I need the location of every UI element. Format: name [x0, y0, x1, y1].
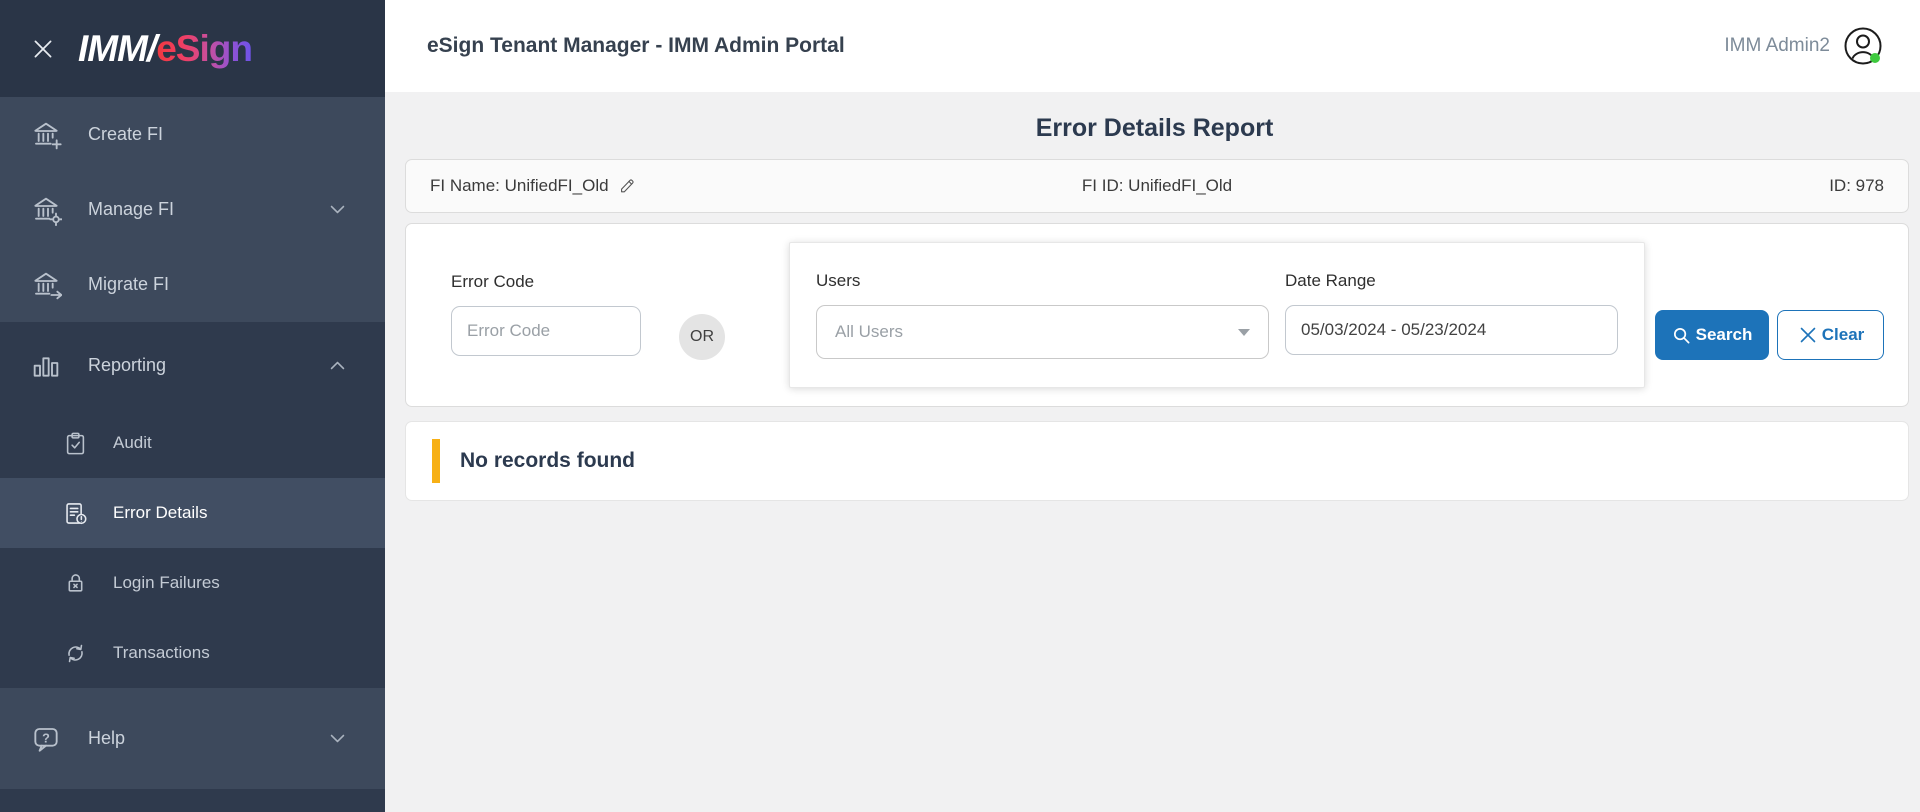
search-button[interactable]: Search	[1655, 310, 1769, 360]
sidebar: IMM/eSign Create FI	[0, 0, 385, 812]
warning-accent-bar	[432, 439, 440, 483]
document-error-icon	[62, 500, 89, 527]
error-code-field-group: Error Code	[451, 272, 641, 356]
dropdown-caret-icon	[1238, 329, 1250, 336]
sidebar-item-manage-fi[interactable]: Manage FI	[0, 172, 385, 247]
fi-id-cell: FI ID: UnifiedFI_Old	[915, 176, 1400, 196]
main-area: eSign Tenant Manager - IMM Admin Portal …	[385, 0, 1920, 812]
sidebar-item-help[interactable]: ? Help	[0, 688, 385, 789]
bank-migrate-icon	[30, 269, 62, 301]
clipboard-check-icon	[62, 430, 89, 457]
sidebar-item-migrate-fi[interactable]: Migrate FI	[0, 247, 385, 322]
filter-buttons: Search Clear	[1655, 310, 1884, 360]
sidebar-item-label: Reporting	[88, 355, 166, 376]
fi-name-cell: FI Name: UnifiedFI_Old	[430, 176, 915, 196]
search-button-label: Search	[1696, 325, 1753, 345]
search-icon	[1672, 326, 1691, 345]
results-panel: No records found	[405, 421, 1909, 501]
sidebar-item-label: Audit	[113, 433, 152, 453]
users-field-group: Users All Users	[816, 271, 1269, 359]
id-text: ID: 978	[1829, 176, 1884, 196]
sidebar-item-label: Error Details	[113, 503, 207, 523]
date-range-field-group: Date Range	[1285, 271, 1618, 359]
users-date-group: Users All Users Date Range	[789, 242, 1645, 388]
fi-id-text: FI ID: UnifiedFI_Old	[1082, 176, 1232, 196]
user-name: IMM Admin2	[1724, 35, 1830, 57]
sidebar-item-label: Migrate FI	[88, 274, 169, 295]
date-range-label: Date Range	[1285, 271, 1618, 291]
clear-button[interactable]: Clear	[1777, 310, 1884, 360]
svg-text:?: ?	[42, 731, 50, 745]
chevron-down-icon	[328, 729, 347, 748]
clear-x-icon	[1797, 324, 1819, 346]
sidebar-item-label: Create FI	[88, 124, 163, 145]
bank-plus-icon	[30, 119, 62, 151]
clear-button-label: Clear	[1822, 325, 1865, 345]
app-title: eSign Tenant Manager - IMM Admin Portal	[427, 34, 845, 58]
chevron-up-icon	[328, 356, 347, 375]
sidebar-item-label: Login Failures	[113, 573, 220, 593]
help-bubble-icon: ?	[30, 723, 62, 755]
filter-panel: Error Code OR Users All Users Date Range	[405, 223, 1909, 407]
logo-esign-text: eSign	[156, 28, 252, 69]
fi-name-text: FI Name: UnifiedFI_Old	[430, 176, 609, 196]
close-icon[interactable]	[30, 36, 56, 62]
error-code-label: Error Code	[451, 272, 641, 292]
sidebar-reporting-group: Reporting Audit	[0, 322, 385, 688]
sidebar-nav-top: Create FI Manage FI	[0, 97, 385, 322]
no-records-message: No records found	[460, 449, 635, 473]
id-cell: ID: 978	[1399, 176, 1884, 196]
lock-x-icon	[62, 570, 89, 597]
sidebar-item-label: Help	[88, 728, 125, 749]
logo-imm-text: IMM/	[78, 28, 156, 69]
pencil-icon[interactable]	[617, 176, 637, 196]
sync-arrows-icon	[62, 640, 89, 667]
bank-gear-icon	[30, 194, 62, 226]
fi-info-bar: FI Name: UnifiedFI_Old FI ID: UnifiedFI_…	[405, 159, 1909, 213]
error-code-input[interactable]	[451, 306, 641, 356]
bar-chart-icon	[30, 349, 62, 381]
sidebar-help-section: ? Help	[0, 688, 385, 789]
users-selected-value: All Users	[835, 322, 903, 342]
sidebar-item-login-failures[interactable]: Login Failures	[0, 548, 385, 618]
sidebar-filler	[0, 789, 385, 812]
sidebar-item-label: Transactions	[113, 643, 210, 663]
imm-esign-logo: IMM/eSign	[78, 28, 252, 70]
sidebar-item-error-details[interactable]: Error Details	[0, 478, 385, 548]
users-label: Users	[816, 271, 1269, 291]
users-select[interactable]: All Users	[816, 305, 1269, 359]
sidebar-item-create-fi[interactable]: Create FI	[0, 97, 385, 172]
sidebar-item-audit[interactable]: Audit	[0, 408, 385, 478]
or-badge: OR	[679, 314, 725, 360]
page-title: Error Details Report	[385, 114, 1920, 143]
chevron-down-icon	[328, 200, 347, 219]
top-header: eSign Tenant Manager - IMM Admin Portal …	[385, 0, 1920, 92]
app-window: IMM/eSign Create FI	[0, 0, 1920, 812]
avatar-icon[interactable]	[1842, 25, 1884, 67]
date-range-input[interactable]	[1285, 305, 1618, 355]
sidebar-item-label: Manage FI	[88, 199, 174, 220]
user-menu: IMM Admin2	[1724, 25, 1884, 67]
sidebar-logo-strip: IMM/eSign	[0, 0, 385, 97]
sidebar-item-transactions[interactable]: Transactions	[0, 618, 385, 688]
sidebar-item-reporting[interactable]: Reporting	[0, 322, 385, 408]
